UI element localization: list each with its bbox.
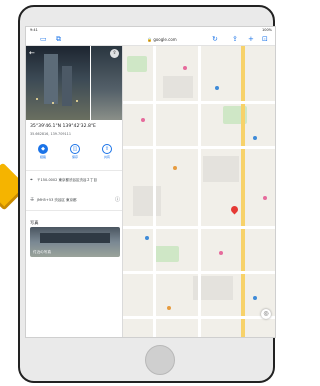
poi-marker[interactable] [141,118,145,122]
poi-marker[interactable] [263,196,267,200]
plus-code-icon: ⁜ [30,197,35,203]
nearby-photo-card[interactable]: 付近の写真 [30,227,120,257]
sidebar-icon[interactable]: ▭ [40,35,47,44]
share-icon[interactable]: ⇪ [232,35,238,44]
poi-marker[interactable] [253,296,257,300]
poi-marker[interactable] [167,306,171,310]
share-photo-icon[interactable]: ⇪ [110,49,119,58]
place-panel: ← ⇪ 35°39'46.1"N 139°42'32.8"E 35.662816… [26,46,123,337]
building [62,66,72,106]
browser-toolbar: ▭ ⧉ 🔒google.com ↻ ⇪ + ⊡ [26,34,275,46]
save-button[interactable]: ◫ 保存 [66,144,84,159]
road [123,101,275,104]
street-photo[interactable] [26,46,90,120]
road [153,46,156,337]
back-arrow-icon[interactable]: ← [29,49,35,57]
action-buttons: ◆ 経路 ◫ 保存 ⇪ 共有 [30,144,120,164]
save-label: 保存 [71,155,78,159]
battery-indicator: 100% [261,28,272,32]
my-location-button[interactable]: ◎ [261,309,271,319]
building [44,54,58,104]
share-button[interactable]: ⇪ 共有 [98,144,116,159]
photo-caption: 付近の写真 [33,250,51,254]
url-bar[interactable]: 🔒google.com [136,36,188,43]
divider [26,170,122,171]
street-photo-secondary[interactable] [91,46,122,120]
street-light [52,102,54,104]
status-time: 9:41 [30,28,38,32]
address-text: 〒150-0002 東京都渋谷区渋谷２丁目 [37,178,97,182]
home-button[interactable] [145,345,175,375]
city-block [133,186,161,216]
lock-icon: 🔒 [147,37,153,42]
road [123,271,275,274]
street-photo-strip[interactable]: ← ⇪ [26,46,122,120]
share-icon: ⇪ [102,144,112,154]
city-block [163,76,193,98]
url-text: google.com [153,37,177,42]
location-pin-icon[interactable] [229,204,240,215]
map-view[interactable]: ◎ [123,46,275,337]
location-pin-icon: ⌖ [30,177,33,183]
street-light [36,98,38,100]
park-area [153,246,179,262]
road [123,146,275,149]
reload-icon[interactable]: ↻ [212,35,218,44]
road [123,316,275,319]
tabs-icon[interactable]: ⧉ [56,35,61,44]
road [198,46,201,337]
place-coordinates: 35°39'46.1"N 139°42'32.8"E [30,124,96,129]
bookmark-icon: ◫ [70,144,80,154]
street-light [76,100,78,102]
info-icon[interactable]: ⓘ [115,198,120,203]
status-bar: 9:41 100% [26,27,275,34]
decimal-coordinates: 35.662816, 139.709111 [30,132,71,136]
share-label: 共有 [103,155,110,159]
poi-marker[interactable] [173,166,177,170]
plus-icon[interactable]: + [248,35,254,44]
directions-icon: ◆ [38,144,48,154]
ipad-screen: 9:41 100% ▭ ⧉ 🔒google.com ↻ ⇪ + ⊡ ◎ ← ⇪ … [25,26,276,338]
address-row[interactable]: ⌖ 〒150-0002 東京都渋谷区渋谷２丁目 [30,178,120,190]
major-road [241,46,245,337]
tab-overview-icon[interactable]: ⊡ [262,35,268,44]
directions-label: 経路 [39,155,46,159]
park-area [127,56,147,72]
photos-heading: 写真 [30,220,39,225]
poi-marker[interactable] [145,236,149,240]
plus-code-text: JMH5+53 渋谷区 東京都 [37,198,77,202]
poi-marker[interactable] [219,251,223,255]
road [123,226,275,229]
city-block [203,156,239,182]
building [40,233,110,243]
poi-marker[interactable] [183,66,187,70]
poi-marker[interactable] [253,136,257,140]
directions-button[interactable]: ◆ 経路 [34,144,52,159]
poi-marker[interactable] [215,86,219,90]
divider [26,210,122,211]
